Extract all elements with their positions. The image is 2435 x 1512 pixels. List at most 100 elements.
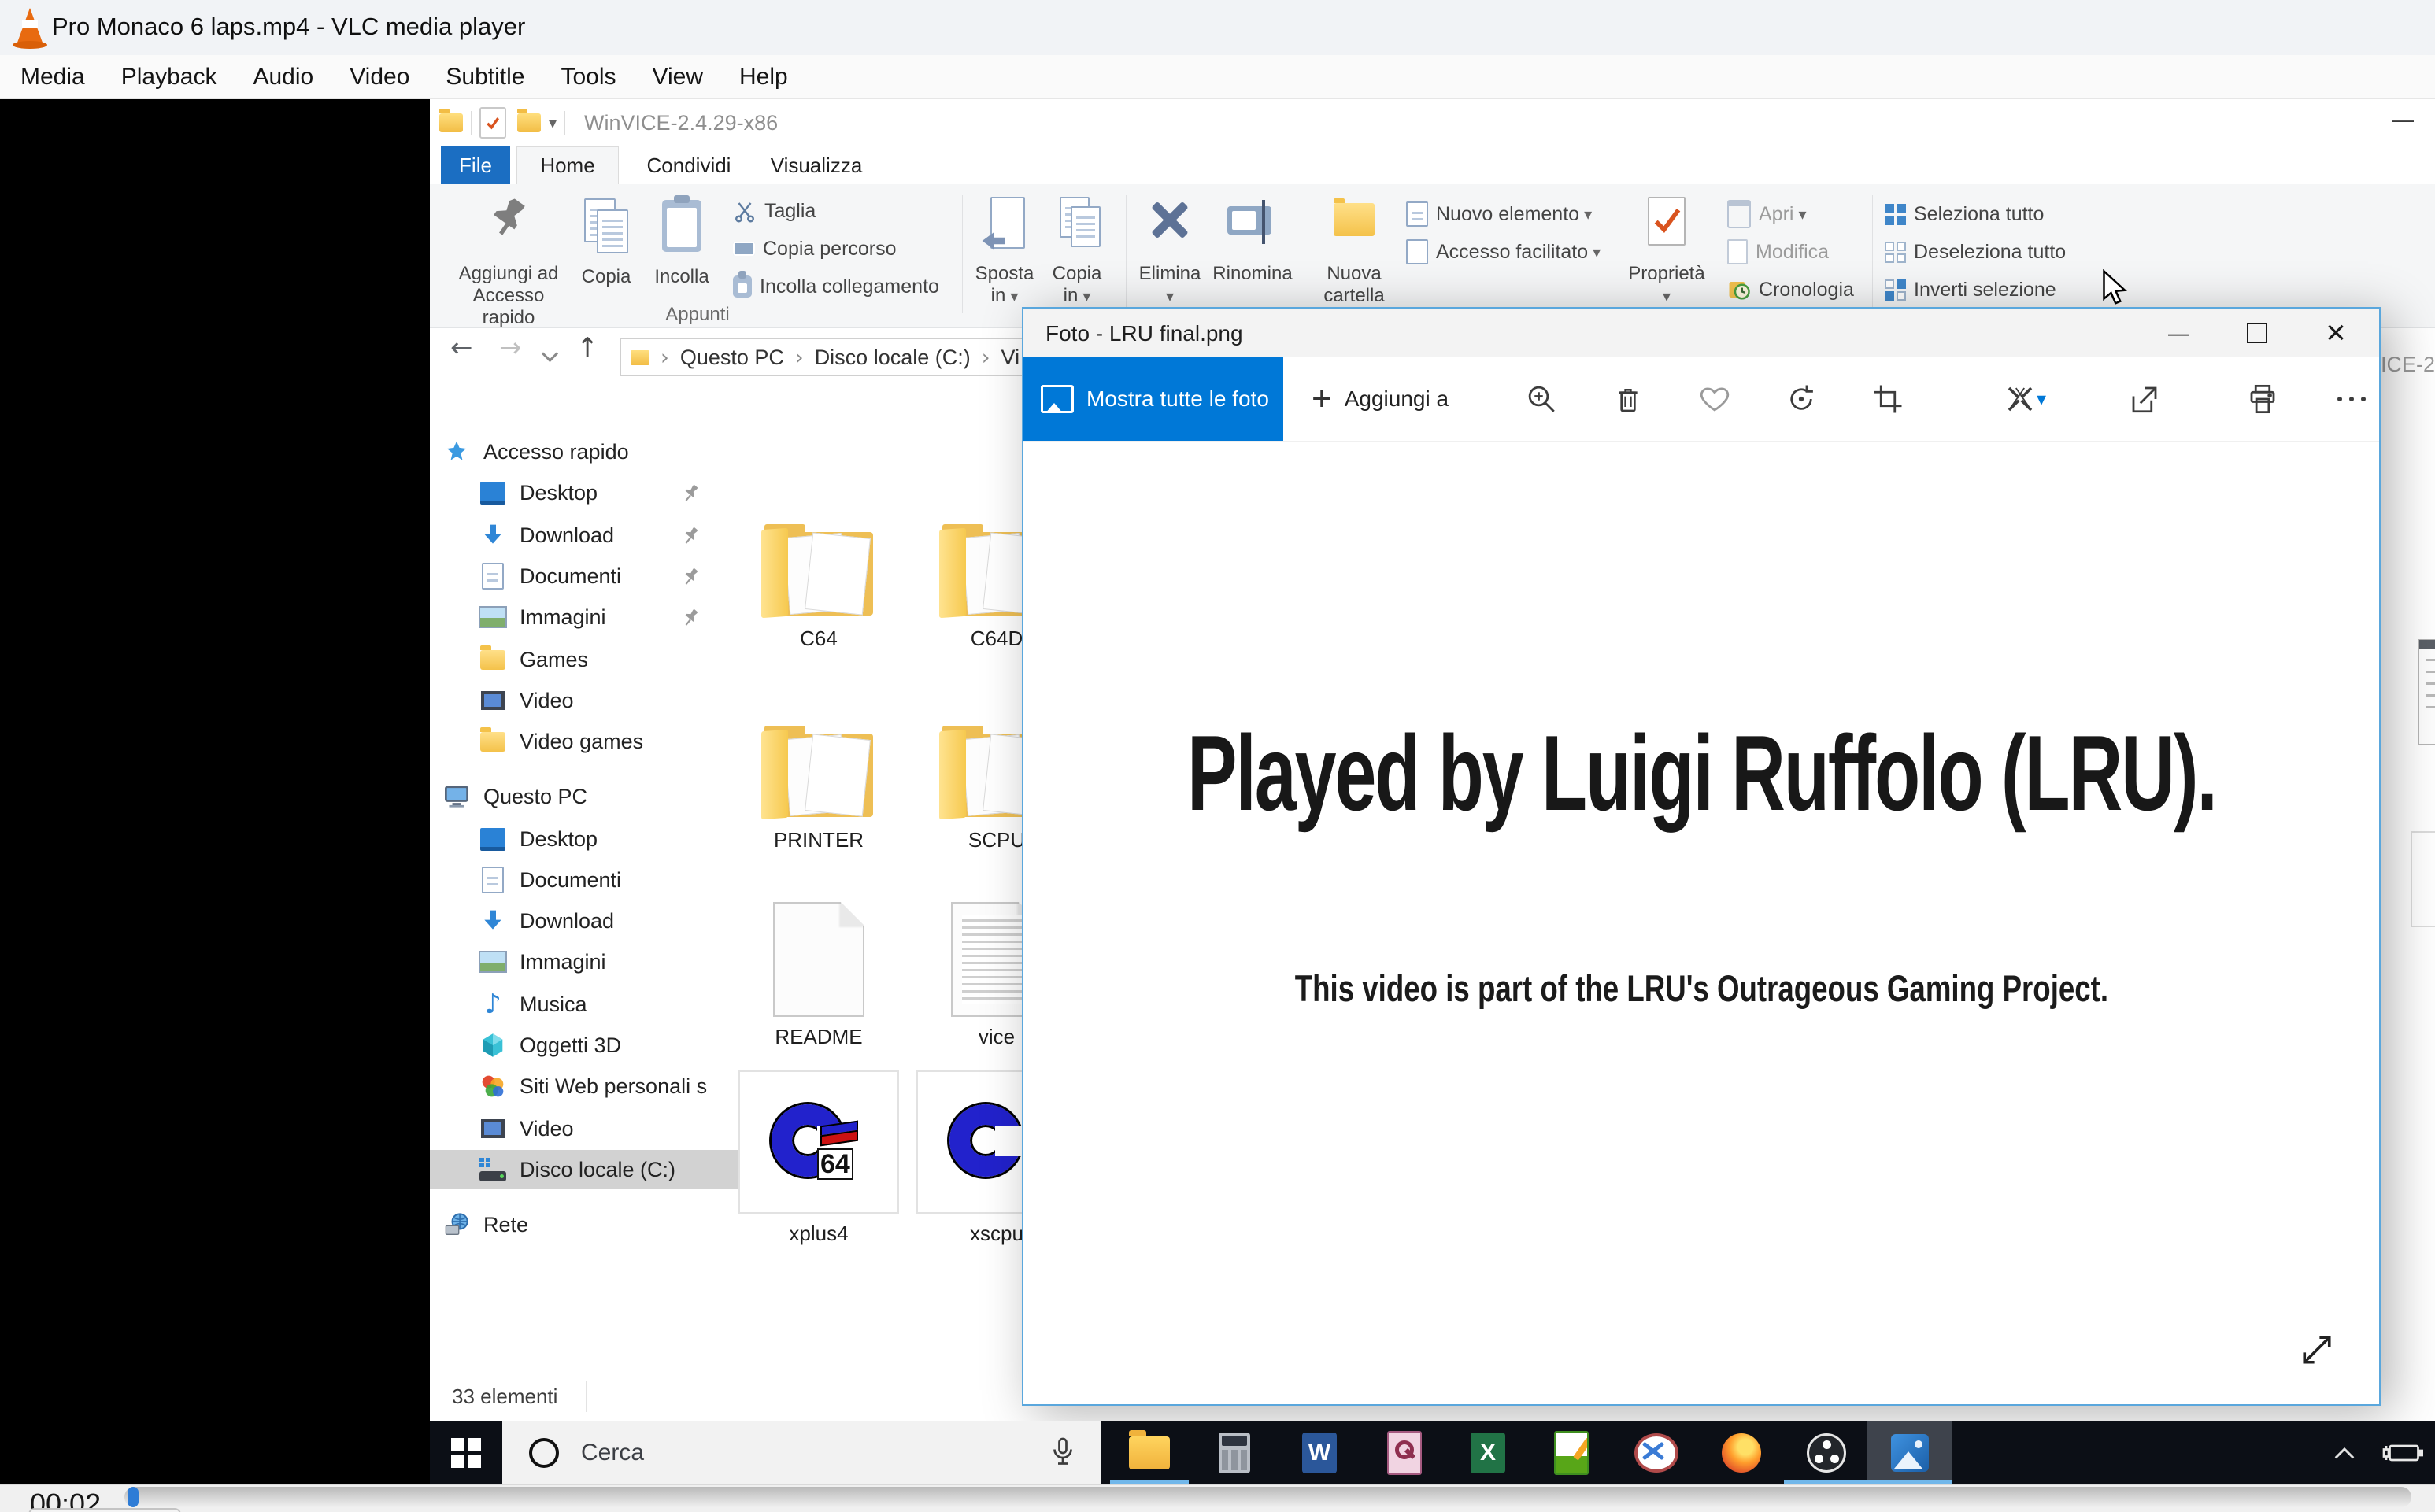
more-options-icon[interactable]: [2324, 372, 2379, 427]
copy-path-button[interactable]: Copia percorso: [733, 231, 897, 266]
favorite-heart-icon[interactable]: [1687, 372, 1742, 427]
sidebar-item-pc-download[interactable]: Download: [430, 901, 749, 941]
file-xplus4[interactable]: 64 xplus4: [732, 1050, 905, 1247]
edit-create-icon[interactable]: [1987, 372, 2063, 427]
photos-maximize-button[interactable]: [2222, 309, 2293, 357]
sidebar-item-pc-video[interactable]: Video: [430, 1109, 749, 1148]
partial-control-button[interactable]: [28, 1508, 181, 1512]
show-all-photos-button[interactable]: Mostra tutte le foto: [1023, 357, 1283, 441]
forward-button[interactable]: →: [499, 332, 522, 364]
menu-audio[interactable]: Audio: [253, 64, 332, 91]
tray-battery-icon[interactable]: [2371, 1421, 2434, 1484]
taskbar-excel-icon[interactable]: X: [1445, 1421, 1530, 1484]
sidebar-item-pc-documents[interactable]: Documenti: [430, 860, 749, 900]
sidebar-item-games[interactable]: Games: [430, 640, 749, 679]
new-folder-button[interactable]: Nuova cartella: [1315, 190, 1393, 320]
breadcrumb-this-pc[interactable]: Questo PC: [680, 346, 784, 370]
breadcrumb-current[interactable]: Vi: [1001, 346, 1020, 370]
move-to-button[interactable]: Sposta in: [973, 190, 1036, 320]
menu-view[interactable]: View: [653, 64, 722, 91]
qat-properties-icon[interactable]: [479, 107, 506, 139]
photos-minimize-button[interactable]: [2143, 309, 2214, 357]
new-item-button[interactable]: Nuovo elemento: [1406, 197, 1592, 231]
menu-tools[interactable]: Tools: [561, 64, 635, 91]
video-canvas[interactable]: WinVICE-2.4.29-x86 File Home Condividi V…: [0, 99, 2435, 1484]
file-readme[interactable]: README: [732, 853, 905, 1050]
seek-handle[interactable]: [128, 1487, 139, 1507]
add-to-button[interactable]: + Aggiungi a: [1312, 357, 1449, 441]
sidebar-item-pc-pictures[interactable]: Immagini: [430, 942, 749, 982]
crop-icon[interactable]: [1860, 372, 1915, 427]
file-folder-c64[interactable]: C64: [732, 455, 905, 652]
paste-shortcut-button[interactable]: Incolla collegamento: [733, 269, 939, 304]
pin-to-quickaccess-button[interactable]: Aggiungi ad Accesso rapido: [453, 190, 564, 320]
seek-bar[interactable]: [124, 1487, 2411, 1507]
microphone-icon[interactable]: [1049, 1436, 1077, 1470]
sidebar-item-network[interactable]: Rete: [430, 1205, 713, 1244]
photos-close-button[interactable]: [2300, 309, 2371, 357]
sidebar-item-local-disk-c[interactable]: Disco locale (C:): [430, 1150, 749, 1189]
breadcrumb-local-disk[interactable]: Disco locale (C:): [815, 346, 971, 370]
sidebar-item-download[interactable]: Download: [430, 516, 749, 555]
menu-help[interactable]: Help: [739, 64, 807, 91]
invert-selection-button[interactable]: Inverti selezione: [1885, 272, 2056, 307]
share-icon[interactable]: [2117, 372, 2172, 427]
taskbar-calculator-icon[interactable]: [1192, 1421, 1277, 1484]
taskbar-key-document-icon[interactable]: [1362, 1421, 1447, 1484]
menu-playback[interactable]: Playback: [121, 64, 236, 91]
sidebar-item-video-games[interactable]: Video games: [430, 722, 749, 761]
sidebar-item-3d-objects[interactable]: Oggetti 3D: [430, 1026, 749, 1065]
open-button[interactable]: Apri: [1727, 197, 1807, 231]
file-folder-printer[interactable]: PRINTER: [732, 656, 905, 853]
rename-button[interactable]: Rinomina: [1206, 190, 1299, 320]
tab-file[interactable]: File: [441, 146, 510, 184]
recent-locations-dropdown[interactable]: [542, 346, 557, 362]
menu-media[interactable]: Media: [20, 64, 104, 91]
easy-access-button[interactable]: Accesso facilitato: [1406, 235, 1601, 269]
rotate-icon[interactable]: [1774, 372, 1829, 427]
taskbar-search-box[interactable]: Cerca: [502, 1421, 1101, 1484]
sidebar-item-music[interactable]: ♪ Musica: [430, 985, 749, 1024]
history-button[interactable]: Cronologia: [1727, 272, 1854, 307]
properties-button[interactable]: Proprietà: [1623, 190, 1710, 320]
taskbar-snipping-tool-icon[interactable]: [1614, 1421, 1699, 1484]
print-icon[interactable]: [2235, 372, 2290, 427]
delete-button[interactable]: Elimina: [1137, 190, 1203, 320]
taskbar-photos-icon[interactable]: [1867, 1421, 1952, 1484]
sidebar-item-personal-websites[interactable]: Siti Web personali s: [430, 1067, 749, 1106]
delete-icon[interactable]: [1601, 372, 1656, 427]
select-all-button[interactable]: Seleziona tutto: [1885, 197, 2044, 231]
up-button[interactable]: ↑: [576, 332, 599, 364]
taskbar-obs-icon[interactable]: [1784, 1421, 1869, 1484]
sidebar-item-desktop[interactable]: Desktop: [430, 473, 749, 512]
taskbar-notes-icon[interactable]: [1529, 1421, 1614, 1484]
sidebar-item-video[interactable]: Video: [430, 681, 749, 720]
copy-button[interactable]: Copia: [572, 190, 641, 320]
expand-fullscreen-icon[interactable]: [2296, 1329, 2343, 1376]
cut-button[interactable]: Taglia: [733, 194, 816, 228]
tab-share[interactable]: Condividi: [630, 146, 748, 184]
tab-view[interactable]: Visualizza: [757, 146, 875, 184]
sidebar-item-this-pc[interactable]: Questo PC: [430, 777, 713, 816]
zoom-icon[interactable]: [1514, 372, 1569, 427]
start-button[interactable]: [430, 1421, 502, 1484]
menu-subtitle[interactable]: Subtitle: [446, 64, 543, 91]
taskbar-word-icon[interactable]: W: [1277, 1421, 1362, 1484]
sidebar-item-pc-desktop[interactable]: Desktop: [430, 819, 749, 859]
copy-to-button[interactable]: Copia in: [1045, 190, 1108, 320]
tab-home[interactable]: Home: [516, 146, 619, 184]
sidebar-item-pictures[interactable]: Immagini: [430, 597, 749, 637]
taskbar-firefox-icon[interactable]: [1699, 1421, 1784, 1484]
qat-dropdown-icon[interactable]: [549, 113, 557, 132]
sidebar-item-documents[interactable]: Documenti: [430, 556, 749, 596]
paste-button[interactable]: Incolla: [647, 190, 716, 320]
taskbar-explorer-icon[interactable]: [1107, 1421, 1192, 1484]
back-button[interactable]: ←: [450, 332, 473, 364]
select-none-button[interactable]: Deseleziona tutto: [1885, 235, 2066, 269]
edit-button[interactable]: Modifica: [1727, 235, 1829, 269]
explorer-minimize-button[interactable]: [2379, 107, 2426, 139]
tray-show-hidden-icons[interactable]: [2321, 1421, 2368, 1484]
sidebar-item-quick-access[interactable]: Accesso rapido: [430, 432, 713, 471]
menu-video[interactable]: Video: [350, 64, 428, 91]
qat-newfolder-icon[interactable]: [517, 113, 541, 132]
